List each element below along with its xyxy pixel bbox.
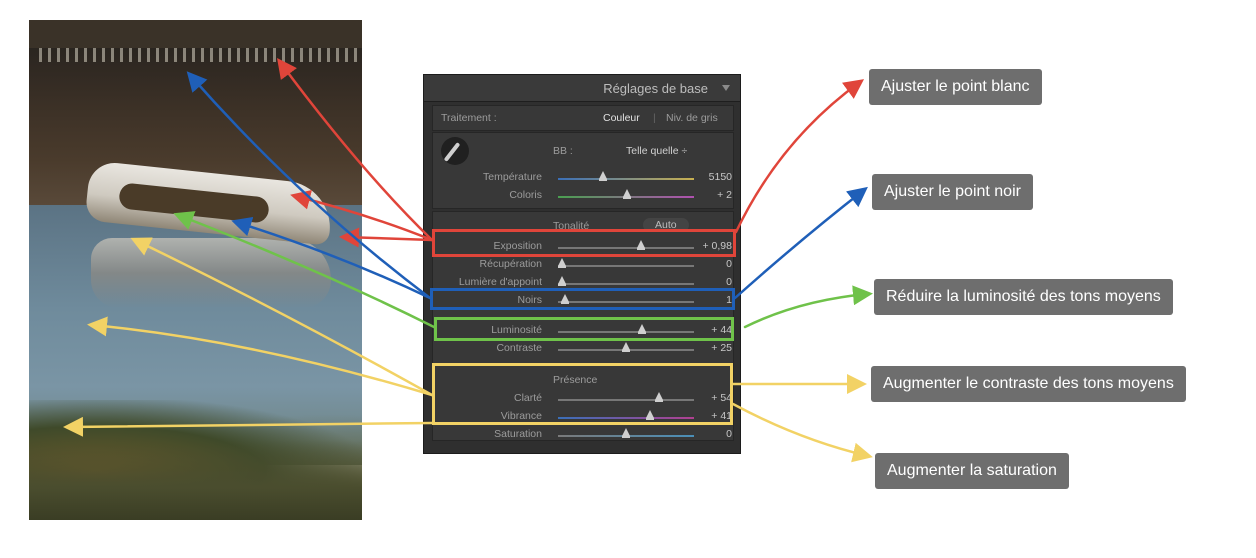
slider-row-3[interactable]: Récupération 0	[432, 257, 732, 273]
slider-thumb[interactable]	[623, 189, 632, 199]
photo-sky	[29, 20, 362, 50]
slider-value: 0	[726, 258, 732, 270]
exposure-highlight	[432, 229, 736, 257]
slider-row-1[interactable]: Coloris + 2	[432, 188, 732, 204]
callout-black-point: Ajuster le point noir	[872, 174, 1033, 210]
slider-label: Température	[483, 171, 542, 183]
slider-value: + 2	[717, 189, 732, 201]
slider-row-10[interactable]: Saturation 0	[432, 427, 732, 443]
slider-thumb[interactable]	[622, 428, 630, 438]
slider-label: Coloris	[509, 189, 542, 201]
treatment-color-option[interactable]: Couleur	[603, 112, 640, 124]
slider-label: Récupération	[479, 258, 542, 270]
slider-row-7[interactable]: Contraste + 25	[432, 341, 732, 357]
slider-label: Contraste	[496, 342, 542, 354]
callout-white-point: Ajuster le point blanc	[869, 69, 1042, 105]
slider-label: Saturation	[494, 428, 542, 440]
wb-label: BB :	[553, 145, 573, 157]
treatment-grayscale-option[interactable]: Niv. de gris	[666, 112, 718, 124]
slider-thumb[interactable]	[558, 276, 567, 286]
presence-highlight	[432, 363, 733, 425]
treatment-separator: |	[653, 112, 656, 124]
wb-preset-select[interactable]: Telle quelle ÷	[626, 145, 687, 157]
landscape-photo	[29, 20, 362, 520]
slider-value: 0	[726, 276, 732, 288]
arrow-blue-callout	[733, 186, 868, 300]
treatment-row: Traitement : Couleur | Niv. de gris	[432, 105, 734, 131]
arrow-green-callout	[743, 285, 873, 329]
arrow-red-callout	[734, 79, 865, 234]
slider-thumb[interactable]	[622, 342, 630, 352]
slider-value: + 25	[711, 342, 732, 354]
panel-header[interactable]: Réglages de base	[424, 75, 740, 102]
slider-value: 0	[726, 428, 732, 440]
panel-title: Réglages de base	[603, 81, 708, 96]
treatment-label: Traitement :	[441, 112, 497, 124]
slider-thumb[interactable]	[598, 171, 607, 181]
slider-value: 5150	[708, 171, 732, 183]
eyedropper-icon[interactable]	[441, 137, 469, 165]
photo-grass-foreground	[29, 440, 362, 520]
callout-midtone-contrast: Augmenter le contraste des tons moyens	[871, 366, 1186, 402]
triangle-down-icon[interactable]	[722, 85, 730, 91]
arrow-yellow-saturation	[731, 402, 873, 463]
photo-birds	[39, 48, 359, 62]
photo-boat-reflection	[91, 238, 331, 308]
blacks-highlight	[430, 288, 735, 310]
slider-thumb[interactable]	[558, 258, 567, 268]
callout-saturation: Augmenter la saturation	[875, 453, 1069, 489]
luminosity-highlight	[434, 317, 734, 341]
callout-midtone-luminosity: Réduire la luminosité des tons moyens	[874, 279, 1173, 315]
slider-label: Lumière d'appoint	[458, 276, 542, 288]
slider-row-0[interactable]: Température 5150	[432, 170, 732, 186]
